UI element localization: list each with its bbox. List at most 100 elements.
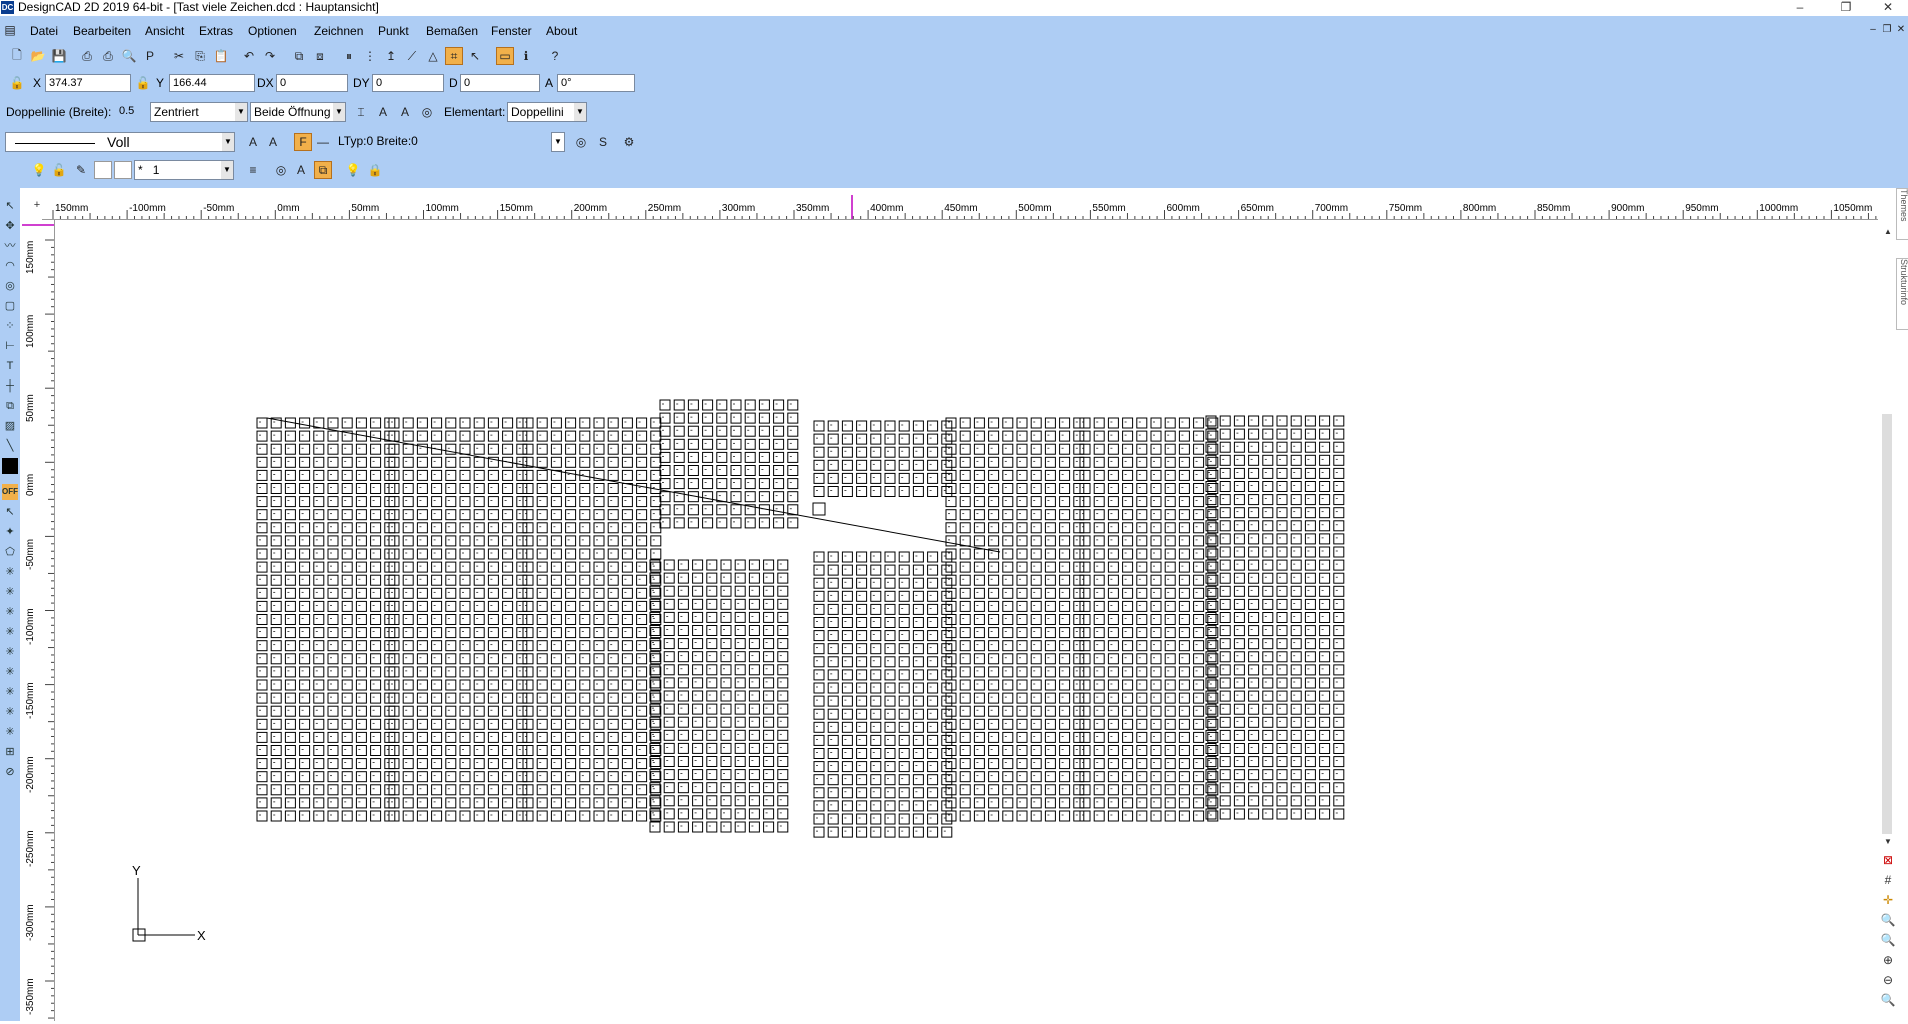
circle-icon[interactable]: ◎ [2,278,18,294]
tab-strukturinfo[interactable]: Strukturinfo [1896,258,1908,330]
ruler-origin-icon[interactable]: + [30,198,44,212]
pattern-swatch[interactable] [114,161,132,179]
zoom-previous-icon[interactable]: 🔍 [1880,992,1896,1008]
grid-snap-icon[interactable]: ⋮ [361,47,379,65]
close-button[interactable]: ✕ [1868,0,1908,16]
move-icon[interactable]: ✥ [2,218,18,234]
arc-icon[interactable]: ◠ [2,258,18,274]
lock-icon[interactable]: 🔓 [50,161,68,179]
child-minimize-icon[interactable]: – [1866,22,1880,36]
color-swatch[interactable] [94,161,112,179]
minimize-button[interactable]: – [1780,0,1820,16]
element-type-select[interactable]: Doppellini▼ [507,102,587,122]
text-icon[interactable]: T [2,358,18,374]
layer-select[interactable]: * 1▼ [134,160,234,180]
print-setup-icon[interactable]: ⎙ [99,47,117,65]
bulb-icon[interactable]: 💡 [30,161,48,179]
menu-bearbeiten[interactable]: Bearbeiten [71,23,133,39]
snap-center-icon[interactable]: ✳ [2,624,18,640]
linestyle-select[interactable]: Voll▼ [5,132,235,152]
bulb-off-icon[interactable]: 💡 [344,161,362,179]
menu-punkt[interactable]: Punkt [376,23,411,39]
text-a-icon[interactable]: A [292,161,310,179]
y-field[interactable]: 166.44 [169,74,255,92]
eye-pick-icon[interactable]: ◎ [418,103,436,121]
style-s-icon[interactable]: S [594,133,612,151]
layer-stack-icon[interactable]: ≡ [244,161,262,179]
a-field[interactable]: 0° [557,74,635,92]
zoom-window-icon[interactable]: 🔍 [1880,912,1896,928]
rectangle-icon[interactable]: ▢ [2,298,18,314]
properties-icon[interactable]: P [141,47,159,65]
paste-clip-icon[interactable]: ⧈ [311,47,329,65]
snap-grid-icon[interactable]: ⊞ [2,744,18,760]
magic-wand-icon[interactable]: ✦ [2,524,18,540]
dash-icon[interactable]: — [314,133,332,151]
shape-icon[interactable]: ⬠ [2,544,18,560]
d-field[interactable]: 0 [460,74,540,92]
dx-field[interactable]: 0 [276,74,348,92]
line-icon[interactable]: ╲ [2,438,18,454]
document-icon[interactable]: ▤ [2,22,18,38]
menu-datei[interactable]: Datei [28,23,60,39]
menu-zeichnen[interactable]: Zeichnen [312,23,365,39]
snap-perp-icon[interactable]: ✳ [2,684,18,700]
save-icon[interactable]: 💾 [50,47,68,65]
eye-icon[interactable]: ◎ [272,161,290,179]
point-icon[interactable]: ┼ [2,378,18,394]
zoom-out-icon[interactable]: ⊖ [1880,972,1896,988]
hatch-icon[interactable]: ▨ [2,418,18,434]
snap-end-icon[interactable]: ✳ [2,604,18,620]
select-mode-icon[interactable]: ⌗ [445,47,463,65]
cut-icon[interactable]: ✂ [170,47,188,65]
polyline-icon[interactable]: 〰 [2,238,18,254]
pencil-icon[interactable]: ✎ [72,161,90,179]
select-arrow-icon[interactable]: ↖ [2,198,18,214]
menu-about[interactable]: About [544,23,579,39]
off-toggle-icon[interactable]: OFF [2,484,18,500]
font-smaller-icon[interactable]: A [264,133,282,151]
crosshair-icon[interactable]: ✛ [1880,892,1896,908]
dy-field[interactable]: 0 [372,74,444,92]
axis-icon[interactable]: ↥ [382,47,400,65]
info-icon[interactable]: ℹ [517,47,535,65]
help-icon[interactable]: ? [546,47,564,65]
child-close-icon[interactable]: ✕ [1894,22,1908,36]
settings-icon[interactable]: ⚙ [620,133,638,151]
child-restore-icon[interactable]: ❐ [1880,22,1894,36]
snap-off-icon[interactable]: ⊘ [2,764,18,780]
paste-icon[interactable]: 📋 [212,47,230,65]
snap-line-icon[interactable]: ⟋ [403,47,421,65]
cursor-icon[interactable]: ↖ [2,504,18,520]
doubleline-width-field[interactable]: 0.5 [116,103,146,121]
alignment-select[interactable]: Zentriert▼ [150,102,248,122]
grid-icon[interactable]: # [1880,872,1896,888]
status-bar-icon[interactable]: ▭ [496,47,514,65]
print-icon[interactable]: ⎙ [78,47,96,65]
drawing-canvas[interactable]: YX [60,225,1875,1021]
redo-icon[interactable]: ↷ [261,47,279,65]
open-icon[interactable]: 📂 [29,47,47,65]
lock-closed-icon[interactable]: 🔒 [366,161,384,179]
dimension-icon[interactable]: ⊢ [2,338,18,354]
x-field[interactable]: 374.37 [45,74,131,92]
zoom-all-icon[interactable]: 🔍 [1880,932,1896,948]
close-view-icon[interactable]: ⊠ [1880,852,1896,868]
restore-button[interactable]: ❐ [1826,0,1866,16]
pointer-icon[interactable]: ↖ [466,47,484,65]
drawing-svg[interactable]: YX [60,225,1875,1021]
font-plus-icon[interactable]: A [374,103,392,121]
lock-y-icon[interactable]: 🔓 [134,74,152,92]
zoom-in-icon[interactable]: ⊕ [1880,952,1896,968]
menu-fenster[interactable]: Fenster [489,23,534,39]
pause-icon[interactable]: ⏸ [340,47,358,65]
print-preview-icon[interactable]: 🔍 [120,47,138,65]
layer-copy-icon[interactable]: ⧉ [314,161,332,179]
menu-bemassen[interactable]: Bemaßen [424,23,480,39]
scroll-down-icon[interactable]: ▼ [1880,834,1896,850]
font-larger-icon[interactable]: A [244,133,262,151]
copy-clip-icon[interactable]: ⧉ [290,47,308,65]
snap-intersect-icon[interactable]: ✳ [2,644,18,660]
line-info-select[interactable]: LTyp:0 Breite:0▼ [335,132,565,152]
nodes-icon[interactable]: ⁘ [2,318,18,334]
